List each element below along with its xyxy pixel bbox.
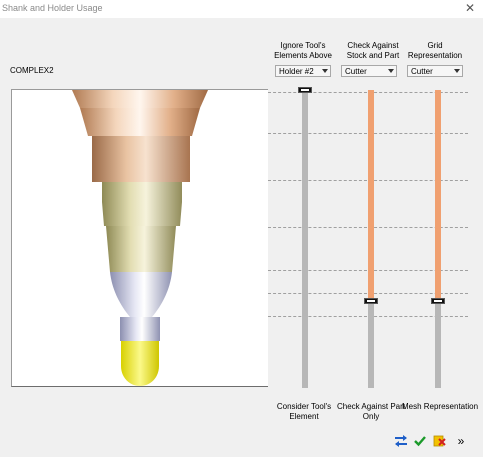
swap-button[interactable] xyxy=(394,434,408,448)
header-grid-representation: Grid Representation xyxy=(407,41,463,60)
check-against-slider-fill[interactable] xyxy=(368,90,374,301)
header-check-against-stock: Check Against Stock and Part xyxy=(346,41,400,60)
double-chevron-right-icon: » xyxy=(457,434,465,448)
check-against-slider-track[interactable] xyxy=(368,300,374,388)
cancel-x-icon xyxy=(433,435,446,447)
grid-representation-dropdown-value: Cutter xyxy=(411,67,433,76)
tool-preview xyxy=(11,89,268,387)
close-icon[interactable]: ✕ xyxy=(465,1,475,15)
chevron-down-icon xyxy=(388,69,394,73)
window-title: Shank and Holder Usage xyxy=(2,3,103,13)
ignore-elements-dropdown-value: Holder #2 xyxy=(279,67,314,76)
ok-button[interactable] xyxy=(413,434,427,448)
label-check-part-only: Check Against Part Only xyxy=(336,402,406,421)
header-ignore-elements: Ignore Tool's Elements Above xyxy=(274,41,332,60)
swap-arrows-icon xyxy=(395,435,407,447)
check-against-slider-handle[interactable] xyxy=(364,297,378,304)
grid-representation-slider-track[interactable] xyxy=(435,300,441,388)
label-mesh-representation: Mesh Representation xyxy=(401,402,479,411)
more-button[interactable]: » xyxy=(454,434,468,448)
ignore-elements-slider-track[interactable] xyxy=(302,90,308,388)
grid-representation-dropdown[interactable]: Cutter xyxy=(407,65,463,77)
ignore-elements-slider-handle[interactable] xyxy=(298,87,312,93)
grid-representation-slider-fill[interactable] xyxy=(435,90,441,301)
cancel-button[interactable] xyxy=(433,434,447,448)
tool-shape-graphic xyxy=(72,90,208,386)
ignore-elements-dropdown[interactable]: Holder #2 xyxy=(275,65,331,77)
title-bar: Shank and Holder Usage ✕ xyxy=(0,0,483,18)
grid-representation-slider-handle[interactable] xyxy=(431,297,445,304)
checkmark-icon xyxy=(414,436,426,447)
check-against-dropdown-value: Cutter xyxy=(345,67,367,76)
chevron-down-icon xyxy=(322,69,328,73)
check-against-dropdown[interactable]: Cutter xyxy=(341,65,397,77)
tool-name-label: COMPLEX2 xyxy=(10,66,54,75)
chevron-down-icon xyxy=(454,69,460,73)
